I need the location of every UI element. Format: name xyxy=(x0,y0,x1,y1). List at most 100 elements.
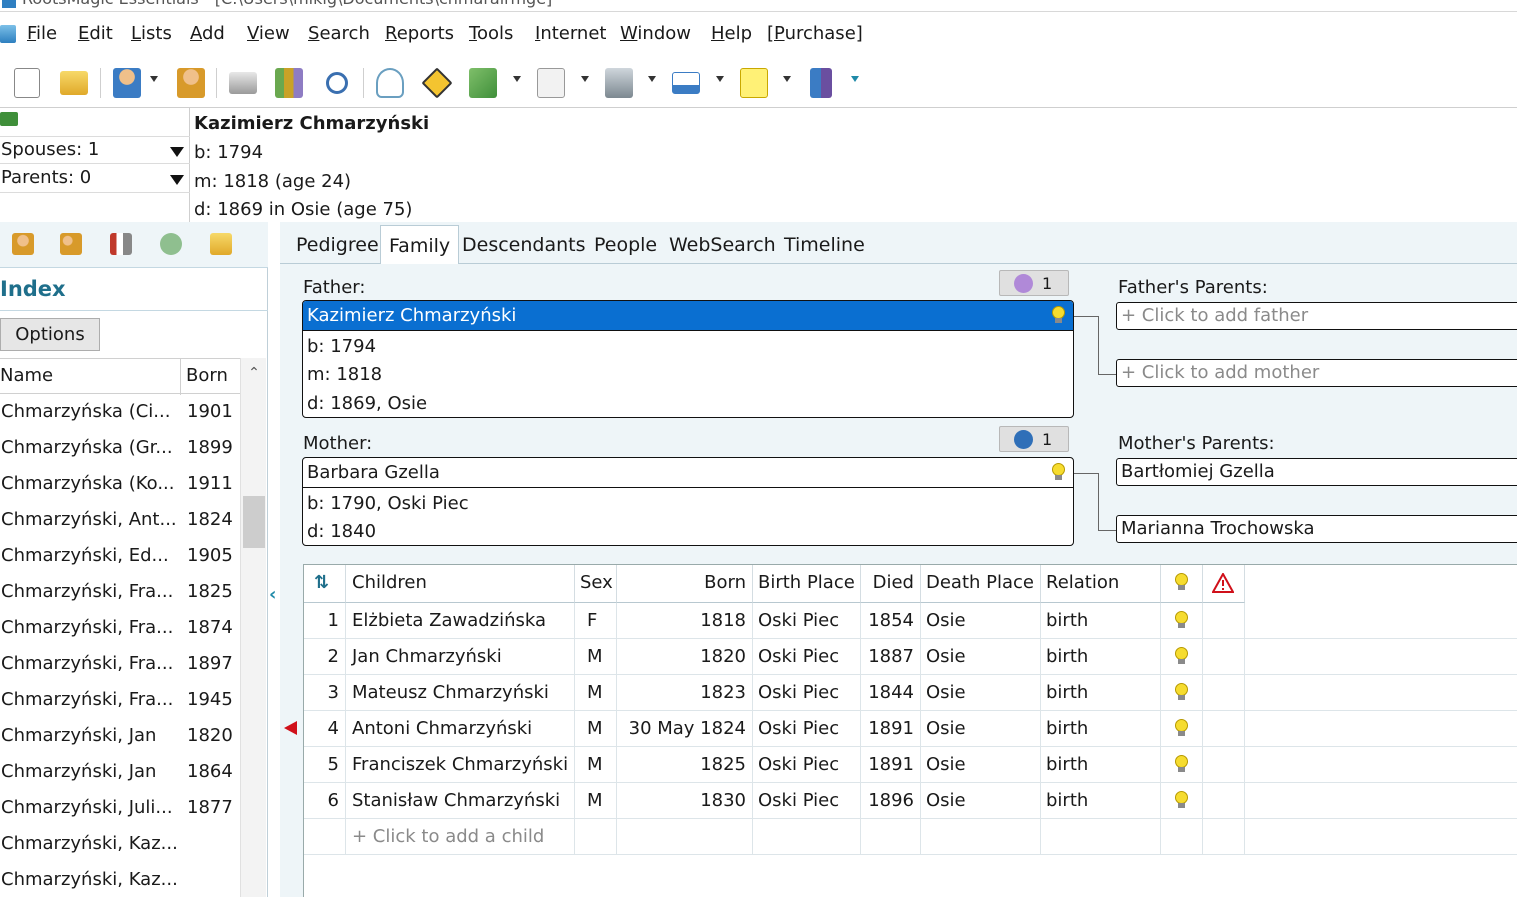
list-item[interactable]: Chmarzyński, Jan 1820 xyxy=(0,718,240,754)
menu-help[interactable]: Help xyxy=(711,23,752,44)
list-item[interactable]: Chmarzyński, Fra... 1874 xyxy=(0,610,240,646)
mothers-mother-slot[interactable]: Marianna Trochowska xyxy=(1116,515,1517,543)
chevron-down-icon[interactable] xyxy=(648,76,656,82)
list-item[interactable]: Chmarzyński, Kaz... xyxy=(0,862,240,897)
add-child-row[interactable]: + Click to add a child xyxy=(304,819,1517,855)
display-icon[interactable] xyxy=(669,65,703,101)
options-button[interactable]: Options xyxy=(0,318,100,351)
column-header-hints[interactable] xyxy=(1161,565,1203,603)
list-item[interactable]: Chmarzyński, Fra... 1825 xyxy=(0,574,240,610)
column-header-name[interactable]: Name xyxy=(0,365,53,386)
scroll-thumb[interactable] xyxy=(243,496,265,548)
mothers-father-slot[interactable]: Bartłomiej Gzella xyxy=(1116,458,1517,486)
tab-descendants[interactable]: Descendants xyxy=(454,230,594,264)
list-item[interactable]: Chmarzyński, Ant... 1824 xyxy=(0,502,240,538)
lightbulb-icon[interactable] xyxy=(1174,611,1188,629)
lightbulb-icon[interactable] xyxy=(1051,463,1065,481)
menu-add[interactable]: Add xyxy=(190,23,225,44)
list-item[interactable]: Chmarzyńska (Ci... 1901 xyxy=(0,394,240,430)
lightbulb-icon[interactable] xyxy=(1174,719,1188,737)
navigate-icon[interactable] xyxy=(420,65,454,101)
menu-edit[interactable]: Edit xyxy=(78,23,113,44)
menu-view[interactable]: View xyxy=(247,23,290,44)
certificate-icon[interactable] xyxy=(534,65,568,101)
chevron-down-icon[interactable] xyxy=(513,76,521,82)
menu-internet[interactable]: Internet xyxy=(535,23,606,44)
person-icon[interactable] xyxy=(12,233,34,255)
chevron-down-icon[interactable] xyxy=(716,76,724,82)
father-spouse-count[interactable]: 1 xyxy=(999,270,1069,296)
parents-dropdown[interactable]: Parents: 0 xyxy=(0,165,190,193)
exit-icon[interactable] xyxy=(804,65,838,101)
edit-person-icon[interactable] xyxy=(174,65,208,101)
list-item[interactable]: Chmarzyński, Ed... 1905 xyxy=(0,538,240,574)
print-icon[interactable] xyxy=(226,65,260,101)
list-item[interactable]: Chmarzyński, Fra... 1945 xyxy=(0,682,240,718)
column-header-born[interactable]: Born xyxy=(186,365,228,386)
menu-purchase[interactable]: [Purchase] xyxy=(767,23,863,44)
bookmarks-icon[interactable] xyxy=(110,233,132,255)
chevron-down-icon[interactable] xyxy=(581,76,589,82)
menu-file[interactable]: File xyxy=(27,23,57,44)
table-row[interactable]: 6 Stanisław Chmarzyński M 1830 Oski Piec 1896… xyxy=(304,783,1517,819)
search-icon[interactable] xyxy=(320,65,354,101)
mother-box[interactable]: Barbara Gzella b: 1790, Oski Piec d: 184… xyxy=(302,457,1074,546)
column-header-problems[interactable] xyxy=(1203,565,1245,603)
mother-spouse-count[interactable]: 1 xyxy=(999,426,1069,452)
add-father-slot[interactable]: + Click to add father xyxy=(1116,302,1517,330)
list-item[interactable]: Chmarzyński, Jan 1864 xyxy=(0,754,240,790)
column-header-children[interactable]: Children xyxy=(346,565,575,603)
menu-tools[interactable]: Tools xyxy=(469,23,513,44)
tab-websearch[interactable]: WebSearch xyxy=(661,230,784,264)
collapse-chevron-icon[interactable]: ‹ xyxy=(269,584,276,605)
add-child-text[interactable]: + Click to add a child xyxy=(352,826,544,847)
list-item[interactable]: Chmarzyńska (Ko... 1911 xyxy=(0,466,240,502)
column-header-born[interactable]: Born xyxy=(617,565,753,603)
menu-search[interactable]: Search xyxy=(308,23,370,44)
menu-reports[interactable]: Reports xyxy=(385,23,454,44)
table-row[interactable]: 1 Elżbieta Zawadzińska F 1818 Oski Piec 1854 O… xyxy=(304,603,1517,639)
note-icon[interactable] xyxy=(737,65,771,101)
table-row[interactable]: 4 Antoni Chmarzyński M 30 May 1824 Oski Piec… xyxy=(304,711,1517,747)
media-icon[interactable] xyxy=(602,65,636,101)
table-row[interactable]: 2 Jan Chmarzyński M 1820 Oski Piec 1887 Osie bi… xyxy=(304,639,1517,675)
lightbulb-icon[interactable] xyxy=(1174,791,1188,809)
list-item[interactable]: Chmarzyński, Fra... 1897 xyxy=(0,646,240,682)
app-menu-icon[interactable] xyxy=(0,25,16,43)
lightbulb-icon[interactable] xyxy=(1051,306,1065,324)
lightbulb-icon[interactable] xyxy=(1174,647,1188,665)
lightbulb-icon[interactable] xyxy=(1174,683,1188,701)
table-row[interactable]: 5 Franciszek Chmarzyński M 1825 Oski Piec 189… xyxy=(304,747,1517,783)
history-icon[interactable] xyxy=(160,233,182,255)
tab-people[interactable]: People xyxy=(586,230,665,264)
people-icon[interactable] xyxy=(60,233,82,255)
father-name-bar[interactable]: Kazimierz Chmarzyński xyxy=(303,301,1073,331)
tree-icon[interactable] xyxy=(373,65,407,101)
lightbulb-icon[interactable] xyxy=(1174,755,1188,773)
chevron-down-icon[interactable] xyxy=(150,76,158,82)
column-header-sex[interactable]: Sex xyxy=(575,565,617,603)
spouses-dropdown[interactable]: Spouses: 1 xyxy=(0,136,190,164)
add-person-icon[interactable] xyxy=(110,65,144,101)
tab-pedigree[interactable]: Pedigree xyxy=(288,230,387,264)
new-file-icon[interactable] xyxy=(10,65,44,101)
column-header-died[interactable]: Died xyxy=(861,565,921,603)
sort-children-icon[interactable]: ⇅ xyxy=(304,565,346,603)
column-header-death-place[interactable]: Death Place xyxy=(921,565,1041,603)
sources-icon[interactable] xyxy=(466,65,500,101)
column-header-relation[interactable]: Relation xyxy=(1041,565,1161,603)
chevron-down-icon[interactable] xyxy=(851,76,859,82)
chevron-up-icon[interactable]: ⌃ xyxy=(241,358,267,388)
groups-icon[interactable] xyxy=(210,233,232,255)
list-item[interactable]: Chmarzyński, Kaz... xyxy=(0,826,240,862)
chevron-down-icon[interactable] xyxy=(783,76,791,82)
mother-name-bar[interactable]: Barbara Gzella xyxy=(303,458,1073,488)
open-folder-icon[interactable] xyxy=(57,65,91,101)
books-icon[interactable] xyxy=(272,65,306,101)
index-scrollbar[interactable]: ⌃ xyxy=(240,358,266,897)
tab-timeline[interactable]: Timeline xyxy=(776,230,873,264)
tab-family[interactable]: Family xyxy=(380,225,460,265)
table-row[interactable]: 3 Mateusz Chmarzyński M 1823 Oski Piec 1844 Os… xyxy=(304,675,1517,711)
list-item[interactable]: Chmarzyńska (Gr... 1899 xyxy=(0,430,240,466)
column-header-birth-place[interactable]: Birth Place xyxy=(753,565,861,603)
